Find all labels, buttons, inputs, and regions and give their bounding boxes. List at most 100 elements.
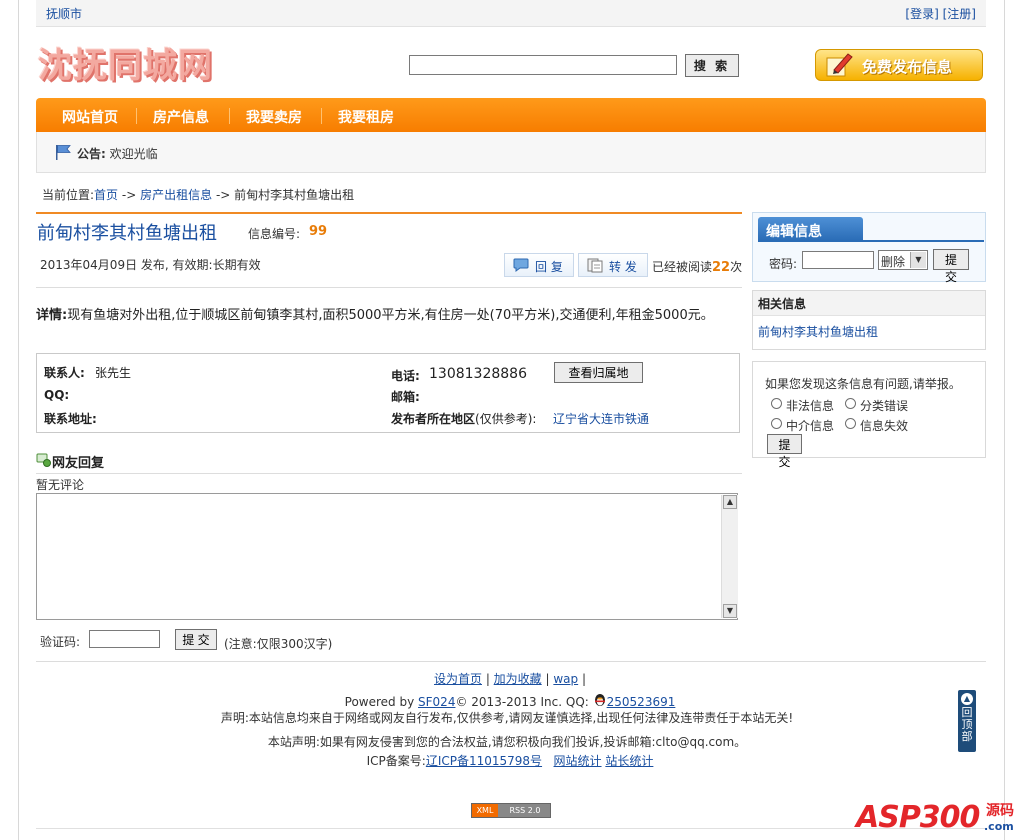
breadcrumb-prefix: 当前位置: <box>42 188 95 202</box>
icp-link[interactable]: 辽ICP备11015798号 <box>426 754 542 768</box>
site-logo[interactable]: 沈抚同城网 <box>38 38 213 87</box>
city-link[interactable]: 抚顺市 <box>46 5 82 22</box>
action-select-value: 删除 <box>881 255 906 269</box>
divider <box>36 473 742 474</box>
auth-links: [登录] [注册] <box>905 5 976 22</box>
powered-brand-link[interactable]: SF024 <box>418 695 455 709</box>
qq-link[interactable]: 250523691 <box>607 695 676 709</box>
breadcrumb-home[interactable]: 首页 <box>94 188 118 202</box>
bottom-divider <box>36 828 986 829</box>
search-button[interactable]: 搜 索 <box>685 54 739 77</box>
search-input[interactable] <box>409 55 677 75</box>
contact-phone-label: 电话: <box>391 369 420 383</box>
footer-icp: ICP备案号:辽ICP备11015798号 网站统计 站长统计 <box>0 752 1020 769</box>
watermark-logo: ASP300 <box>856 800 980 835</box>
report-text: 如果您发现这条信息有问题,请举报。 <box>765 377 961 391</box>
top-bar: 抚顺市 [登录] [注册] <box>36 0 986 27</box>
rss-badge[interactable]: XML RSS 2.0 <box>471 803 551 818</box>
wap-link[interactable]: wap <box>553 672 578 686</box>
xml-label: XML <box>472 804 498 817</box>
contact-name-label: 联系人: <box>44 366 85 380</box>
comment-scrollbar[interactable]: ▲ ▼ <box>721 495 738 618</box>
contact-region[interactable]: 辽宁省大连市铁通 <box>553 410 649 427</box>
comments-title: 网友回复 <box>36 452 104 471</box>
divider <box>36 287 742 288</box>
register-link[interactable]: [注册] <box>943 7 976 21</box>
nav-item-property[interactable]: 房产信息 <box>153 107 209 127</box>
watermark-suffix: 源码 <box>986 803 1014 819</box>
notice-content: 欢迎光临 <box>109 147 158 161</box>
action-select[interactable]: 删除 ▼ <box>878 250 928 270</box>
report-submit-button[interactable]: 提交 <box>767 434 802 469</box>
related-panel-title: 相关信息 <box>758 297 807 311</box>
breadcrumb-current: 前甸村李其村鱼塘出租 <box>234 188 355 202</box>
captcha-input[interactable] <box>89 630 160 648</box>
nav-item-sell[interactable]: 我要卖房 <box>246 107 302 127</box>
related-link[interactable]: 前甸村李其村鱼塘出租 <box>758 323 878 340</box>
report-radio-wrong-category[interactable] <box>845 398 856 409</box>
back-to-top-button[interactable]: ▲ 回顶部 <box>958 690 976 752</box>
main-nav: 网站首页 房产信息 我要卖房 我要租房 <box>36 98 986 132</box>
contact-phone: 13081328886 <box>429 366 527 382</box>
login-link[interactable]: [登录] <box>905 7 938 21</box>
breadcrumb-category[interactable]: 房产出租信息 <box>140 188 212 202</box>
breadcrumb: 当前位置:首页 -> 房产出租信息 -> 前甸村李其村鱼塘出租 <box>42 186 354 203</box>
report-radio-agent[interactable] <box>771 418 782 429</box>
speech-bubble-icon <box>513 258 529 272</box>
webmaster-stats-link[interactable]: 站长统计 <box>605 754 653 768</box>
pencil-note-icon <box>826 53 853 77</box>
region-note: (仅供参考): <box>475 412 537 426</box>
qq-penguin-icon <box>594 694 605 706</box>
rss-label: RSS 2.0 <box>509 806 541 815</box>
nav-item-rent[interactable]: 我要租房 <box>338 107 394 127</box>
notice-bar: 公告: 欢迎光临 <box>36 132 986 173</box>
powered-suffix: © 2013-2013 Inc. QQ: <box>455 695 589 709</box>
nav-item-home[interactable]: 网站首页 <box>62 107 118 127</box>
read-count-value: 22 <box>712 260 731 275</box>
password-input[interactable] <box>802 251 874 269</box>
contact-email-label: 邮箱: <box>391 390 420 404</box>
content-top-rule <box>36 212 742 214</box>
report-radio-expired[interactable] <box>845 418 856 429</box>
contact-address-label: 联系地址: <box>44 412 97 426</box>
comment-textarea[interactable] <box>36 493 738 620</box>
detail-text: 现有鱼塘对外出租,位于顺城区前甸镇李其村,面积5000平方米,有住房一处(70平… <box>67 308 714 323</box>
set-homepage-link[interactable]: 设为首页 <box>434 672 482 686</box>
comment-submit-button[interactable]: 提 交 <box>175 629 217 650</box>
detail-label: 详情: <box>36 308 68 323</box>
icp-label: ICP备案号: <box>366 754 426 768</box>
arrow-up-icon: ▲ <box>961 693 973 705</box>
comment-note: (注意:仅限300汉字) <box>224 637 333 651</box>
add-favorite-link[interactable]: 加为收藏 <box>494 672 542 686</box>
post-meta: 2013年04月09日 发布, 有效期:长期有效 <box>40 258 261 272</box>
report-radio-illegal[interactable] <box>771 398 782 409</box>
edit-panel-tab: 编辑信息 <box>758 217 863 241</box>
scroll-down-arrow-icon[interactable]: ▼ <box>723 604 737 618</box>
edit-panel-title: 编辑信息 <box>766 224 822 240</box>
notice-text: 公告: 欢迎光临 <box>77 145 158 162</box>
publish-label: 免费发布信息 <box>862 58 953 76</box>
nav-separator <box>136 108 137 124</box>
report-option-label: 信息失效 <box>860 419 909 433</box>
contact-qq-label: QQ: <box>44 388 70 402</box>
region-label-text: 发布者所在地区 <box>391 412 476 426</box>
footer-divider <box>36 661 986 662</box>
read-prefix: 已经被阅读 <box>652 260 713 274</box>
site-stats-link[interactable]: 网站统计 <box>554 754 602 768</box>
post-detail: 详情:现有鱼塘对外出租,位于顺城区前甸镇李其村,面积5000平方米,有住房一处(… <box>36 304 741 328</box>
footer-complaint-notice: 本站声明:如果有网友侵害到您的合法权益,请您积极向我们投诉,投诉邮箱:clto@… <box>267 735 747 749</box>
check-location-button[interactable]: 查看归属地 <box>554 362 643 383</box>
nav-separator <box>229 108 230 124</box>
forward-button[interactable]: 转 发 <box>578 253 648 277</box>
password-label: 密码: <box>769 257 798 271</box>
nav-separator <box>321 108 322 124</box>
watermark-domain: .com <box>984 820 1014 833</box>
read-suffix: 次 <box>730 260 743 274</box>
scroll-up-arrow-icon[interactable]: ▲ <box>723 495 737 509</box>
free-publish-button[interactable]: 免费发布信息 <box>815 49 983 81</box>
edit-submit-button[interactable]: 提交 <box>933 249 969 284</box>
post-id-label: 信息编号: <box>248 227 301 241</box>
captcha-label: 验证码: <box>40 635 81 649</box>
footer-powered: Powered by SF024© 2013-2013 Inc. QQ: 250… <box>0 693 1020 709</box>
reply-button[interactable]: 回 复 <box>504 253 574 277</box>
